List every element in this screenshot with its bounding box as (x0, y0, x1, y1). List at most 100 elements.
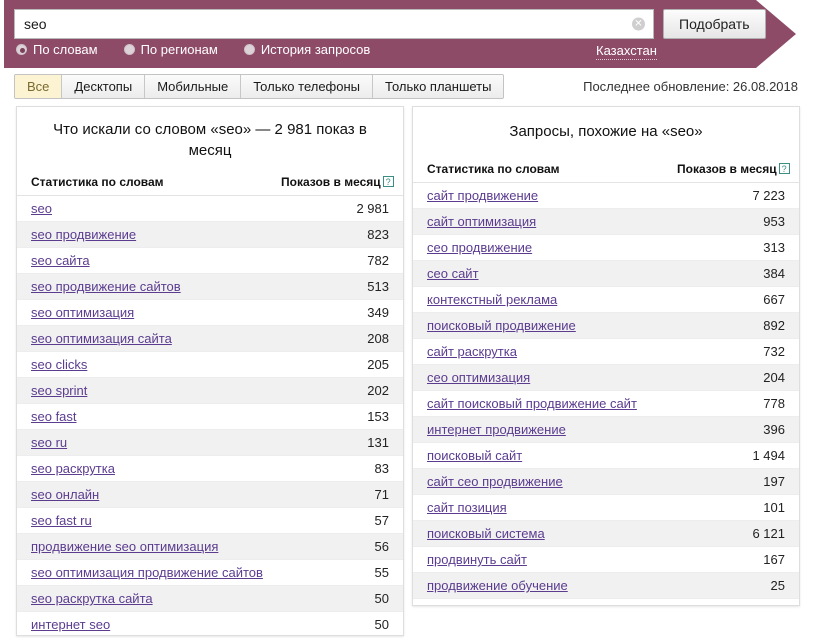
shows-cell: 892 (663, 312, 799, 339)
shows-cell: 71 (267, 481, 403, 508)
table-row: сайт поисковый продвижение сайт 778 (413, 390, 799, 417)
phrase-link[interactable]: seo clicks (31, 357, 87, 372)
left-results-panel: Что искали со словом «seo» — 2 981 показ… (16, 106, 404, 636)
mode-by-words[interactable]: По словам (16, 42, 98, 57)
table-row: seo оптимизация 349 (17, 299, 403, 326)
table-row: поисковый система 6 121 (413, 520, 799, 547)
phrase-cell: seo раскрутка (17, 455, 267, 482)
phrase-link[interactable]: seo продвижение сайтов (31, 279, 181, 294)
phrase-link[interactable]: seo оптимизация (31, 305, 134, 320)
shows-cell: 384 (663, 260, 799, 287)
search-input[interactable] (15, 11, 653, 37)
table-row: seo продвижение сайтов 513 (17, 273, 403, 300)
mode-by-regions[interactable]: По регионам (123, 42, 218, 57)
phrase-link[interactable]: сайт раскрутка (427, 344, 517, 359)
phrase-cell: продвижение обучение (413, 572, 663, 599)
phrase-cell: seo оптимизация (17, 299, 267, 326)
phrase-link[interactable]: продвинуть сайт (427, 552, 527, 567)
phrase-link[interactable]: seo fast (31, 409, 77, 424)
left-col-shows-label: Показов в месяц (281, 175, 381, 189)
right-col-phrase: Статистика по словам (413, 158, 663, 183)
phrase-link[interactable]: поисковый сайт (427, 448, 522, 463)
table-row: сайт позиция 101 (413, 494, 799, 521)
phrase-link[interactable]: продвижение seo оптимизация (31, 539, 218, 554)
phrase-link[interactable]: сайт аудит (427, 604, 492, 605)
table-row: сайт аудит 156 (413, 598, 799, 605)
phrase-cell: сайт продвижение (413, 182, 663, 209)
phrase-link[interactable]: сайт продвижение (427, 188, 538, 203)
shows-cell: 2 981 (267, 195, 403, 222)
right-stats-table: Статистика по словам Показов в месяц? са… (413, 158, 799, 605)
phrase-link[interactable]: seo (31, 201, 52, 216)
phrase-cell: интернет seo (17, 611, 267, 635)
phrase-cell: сео сайт (413, 260, 663, 287)
search-row: ✕ Подобрать (14, 9, 766, 39)
phrase-link[interactable]: seo сайта (31, 253, 90, 268)
submit-button[interactable]: Подобрать (663, 9, 766, 39)
phrase-link[interactable]: seo оптимизация сайта (31, 331, 172, 346)
table-row: seo раскрутка сайта 50 (17, 585, 403, 612)
shows-cell: 202 (267, 377, 403, 404)
phrase-cell: сайт поисковый продвижение сайт (413, 390, 663, 417)
phrase-link[interactable]: seo fast ru (31, 513, 92, 528)
tab-tablets-only[interactable]: Только планшеты (373, 75, 504, 98)
phrase-link[interactable]: seo sprint (31, 383, 87, 398)
table-header-row: Статистика по словам Показов в месяц? (413, 158, 799, 183)
shows-cell: 396 (663, 416, 799, 443)
phrase-link[interactable]: продвижение обучение (427, 578, 568, 593)
phrase-link[interactable]: seo оптимизация продвижение сайтов (31, 565, 263, 580)
shows-cell: 156 (663, 598, 799, 605)
phrase-link[interactable]: сайт позиция (427, 500, 507, 515)
phrase-link[interactable]: сео продвижение (427, 240, 532, 255)
shows-cell: 56 (267, 533, 403, 560)
radio-by-words-icon[interactable] (16, 44, 27, 55)
shows-cell: 953 (663, 208, 799, 235)
mode-query-history[interactable]: История запросов (243, 42, 370, 57)
phrase-link[interactable]: интернет продвижение (427, 422, 566, 437)
phrase-cell: seo fast ru (17, 507, 267, 534)
phrase-link[interactable]: seo раскрутка сайта (31, 591, 153, 606)
phrase-link[interactable]: сайт оптимизация (427, 214, 536, 229)
shows-cell: 782 (267, 247, 403, 274)
clear-circle-icon[interactable]: ✕ (632, 17, 645, 31)
table-row: seo оптимизация сайта 208 (17, 325, 403, 352)
tab-mobile[interactable]: Мобильные (145, 75, 242, 98)
tab-all[interactable]: Все (15, 75, 63, 98)
right-panel-title: Запросы, похожие на «seo» (509, 123, 703, 140)
phrase-link[interactable]: поисковый продвижение (427, 318, 576, 333)
table-row: контекстный реклама 667 (413, 286, 799, 313)
shows-cell: 57 (267, 507, 403, 534)
phrase-cell: seo оптимизация сайта (17, 325, 267, 352)
phrase-link[interactable]: поисковый система (427, 526, 545, 541)
phrase-link[interactable]: seo раскрутка (31, 461, 115, 476)
radio-by-regions-icon[interactable] (123, 44, 135, 55)
shows-cell: 208 (267, 325, 403, 352)
table-row: seo clicks 205 (17, 351, 403, 378)
question-mark-icon[interactable]: ? (778, 163, 790, 174)
table-row: поисковый сайт 1 494 (413, 442, 799, 469)
phrase-link[interactable]: сео оптимизация (427, 370, 530, 385)
shows-cell: 83 (267, 455, 403, 482)
phrase-link[interactable]: сео сайт (427, 266, 479, 281)
mode-by-words-label: По словам (33, 42, 98, 57)
phrase-link[interactable]: сайт сео продвижение (427, 474, 563, 489)
table-row: сайт оптимизация 953 (413, 208, 799, 235)
radio-query-history-icon[interactable] (243, 44, 255, 55)
phrase-link[interactable]: seo продвижение (31, 227, 136, 242)
question-mark-icon[interactable]: ? (382, 176, 394, 187)
phrase-link[interactable]: контекстный реклама (427, 292, 557, 307)
tab-phones-only[interactable]: Только телефоны (241, 75, 374, 98)
tab-desktop[interactable]: Десктопы (62, 75, 146, 98)
right-table-body: сайт продвижение 7 223 сайт оптимизация 953… (413, 182, 799, 605)
phrase-cell: seo оптимизация продвижение сайтов (17, 559, 267, 586)
phrase-link[interactable]: сайт поисковый продвижение сайт (427, 396, 637, 411)
phrase-link[interactable]: seo ru (31, 435, 67, 450)
phrase-link[interactable]: интернет seo (31, 617, 110, 632)
shows-cell: 204 (663, 364, 799, 391)
region-selector[interactable]: Казахстан (596, 43, 657, 60)
shows-cell: 101 (663, 494, 799, 521)
header-left-gutter (0, 0, 4, 68)
search-box[interactable]: ✕ (14, 9, 654, 39)
phrase-link[interactable]: seo онлайн (31, 487, 99, 502)
phrase-cell: seo продвижение сайтов (17, 273, 267, 300)
